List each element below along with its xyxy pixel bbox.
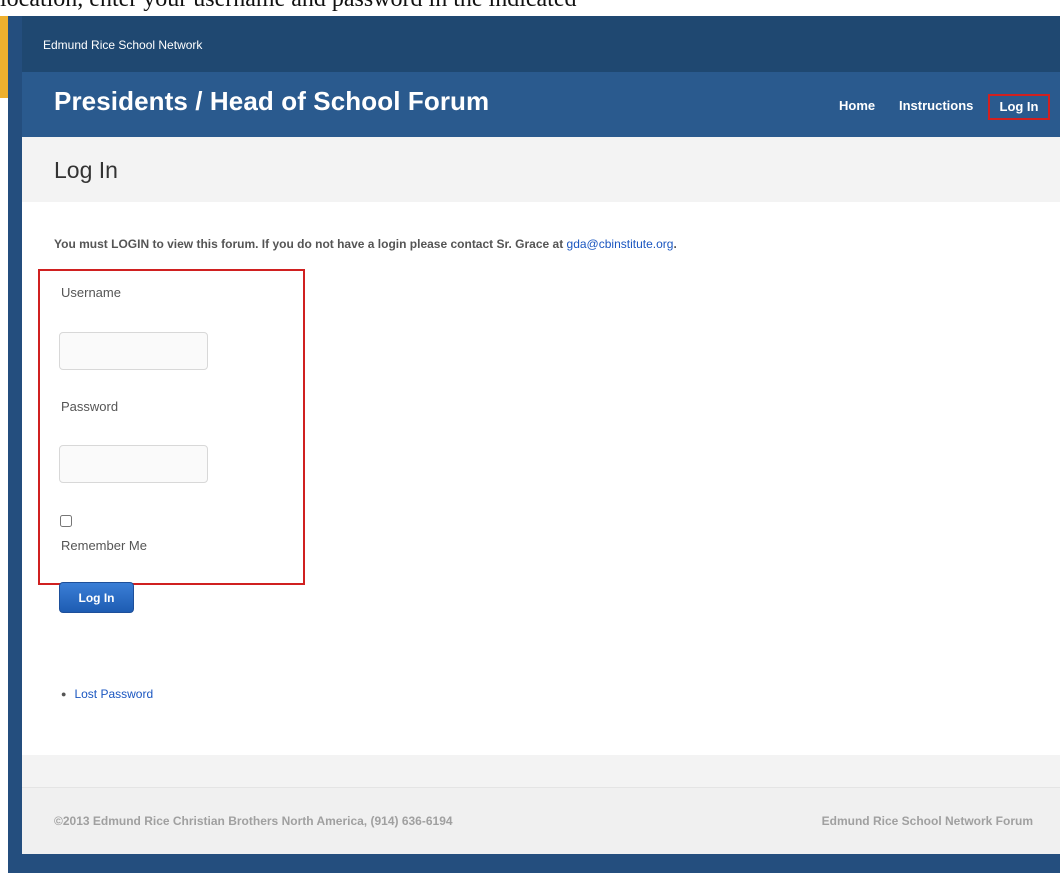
remember-me-checkbox[interactable] <box>60 515 72 527</box>
nav-login-link[interactable]: Log In <box>988 94 1050 120</box>
list-item: ● Lost Password <box>61 687 153 701</box>
notice-trailing: . <box>673 237 677 251</box>
password-label: Password <box>61 399 119 414</box>
lost-password-link[interactable]: Lost Password <box>74 687 153 701</box>
nav-instructions-link[interactable]: Instructions <box>899 98 973 113</box>
contact-email-link[interactable]: gda@cbinstitute.org <box>567 237 674 251</box>
footer-spacer <box>22 755 1060 787</box>
page-title-bar <box>22 137 1060 202</box>
login-notice: You must LOGIN to view this forum. If yo… <box>54 237 677 251</box>
username-label: Username <box>61 285 121 300</box>
nav-home-link[interactable]: Home <box>839 98 875 113</box>
password-input[interactable] <box>59 445 208 483</box>
login-submit-button[interactable]: Log In <box>59 582 134 613</box>
username-input[interactable] <box>59 332 208 370</box>
footer-copyright: ©2013 Edmund Rice Christian Brothers Nor… <box>54 814 453 828</box>
bullet-icon: ● <box>61 689 67 699</box>
network-label[interactable]: Edmund Rice School Network <box>43 38 202 52</box>
remember-me-label: Remember Me <box>61 538 147 553</box>
footer-site-name: Edmund Rice School Network Forum <box>821 814 1033 828</box>
document-caption: location, enter your username and passwo… <box>0 0 1060 16</box>
notice-text: You must LOGIN to view this forum. If yo… <box>54 237 567 251</box>
auth-links: ● Lost Password <box>61 687 153 701</box>
forum-title[interactable]: Presidents / Head of School Forum <box>54 86 489 117</box>
page-title: Log In <box>54 157 118 183</box>
